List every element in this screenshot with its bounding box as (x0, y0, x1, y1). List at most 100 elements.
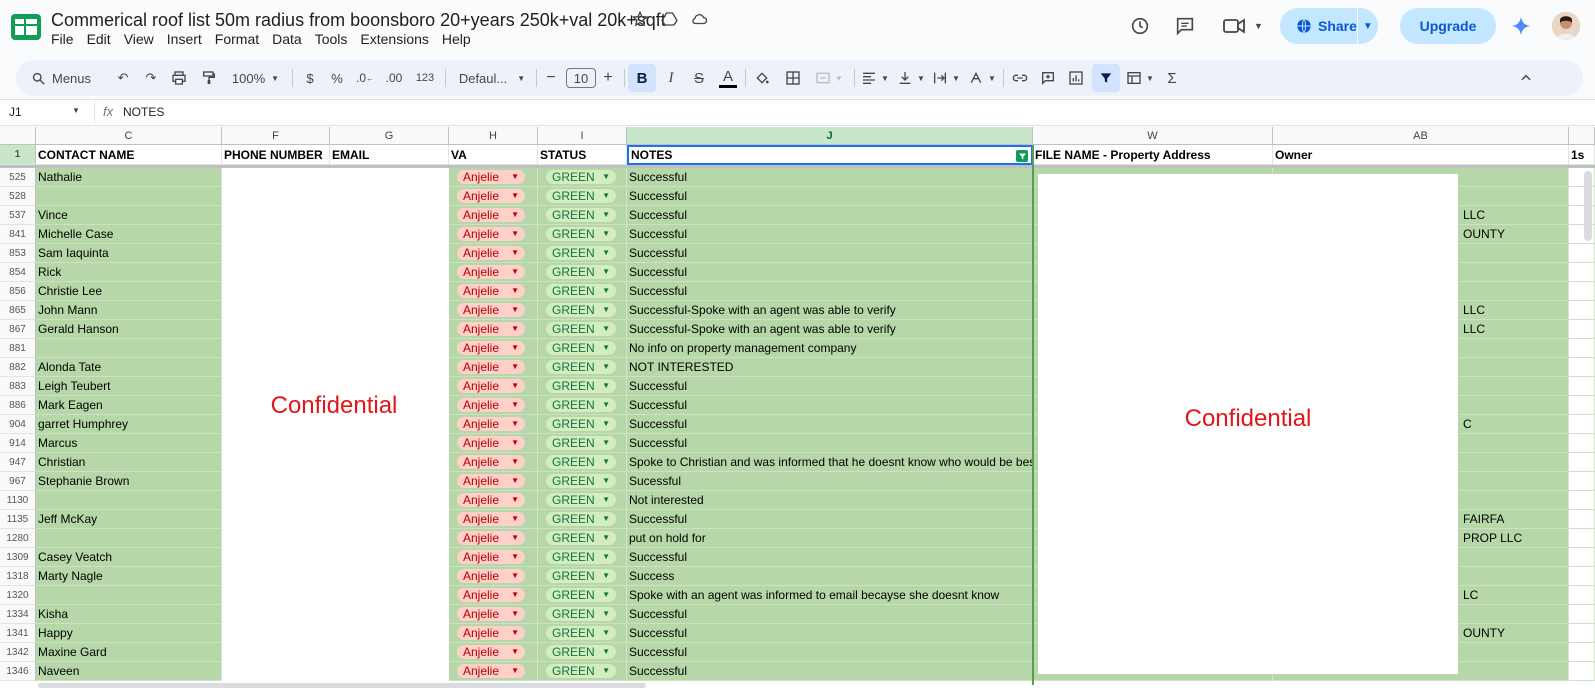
va-cell[interactable]: Anjelie ▼ (449, 168, 538, 187)
menu-view[interactable]: View (124, 31, 161, 47)
notes-cell[interactable]: Successful (627, 415, 1033, 434)
va-cell[interactable]: Anjelie ▼ (449, 434, 538, 453)
va-cell[interactable]: Anjelie ▼ (449, 358, 538, 377)
status-cell[interactable]: GREEN ▼ (538, 415, 627, 434)
search-menus[interactable]: Menus (26, 60, 96, 96)
menu-format[interactable]: Format (215, 31, 266, 47)
va-cell[interactable]: Anjelie ▼ (449, 491, 538, 510)
contact-name-cell[interactable]: John Mann (36, 301, 222, 320)
status-cell[interactable]: GREEN ▼ (538, 377, 627, 396)
row-header[interactable]: 1334 (0, 605, 36, 624)
va-cell[interactable]: Anjelie ▼ (449, 567, 538, 586)
va-cell[interactable]: Anjelie ▼ (449, 586, 538, 605)
name-box[interactable]: J1 (9, 105, 22, 119)
notes-cell[interactable]: Successful (627, 510, 1033, 529)
contact-name-cell[interactable]: Maxine Gard (36, 643, 222, 662)
status-cell[interactable]: GREEN ▼ (538, 491, 627, 510)
header-cell-1s[interactable]: 1s (1569, 145, 1595, 165)
notes-cell[interactable]: Successful (627, 282, 1033, 301)
print-icon[interactable] (168, 60, 190, 96)
partial-cell[interactable] (1569, 301, 1595, 320)
history-icon[interactable] (1129, 15, 1151, 42)
contact-name-cell[interactable]: Marcus (36, 434, 222, 453)
star-icon[interactable] (631, 10, 649, 33)
row-header[interactable]: 528 (0, 187, 36, 206)
horizontal-scrollbar[interactable] (38, 683, 646, 688)
notes-cell[interactable]: No info on property management company (627, 339, 1033, 358)
status-dropdown-chip[interactable]: GREEN ▼ (546, 246, 616, 260)
status-dropdown-chip[interactable]: GREEN ▼ (546, 265, 616, 279)
notes-cell[interactable]: Successful (627, 605, 1033, 624)
notes-cell[interactable]: Successful (627, 187, 1033, 206)
status-cell[interactable]: GREEN ▼ (538, 662, 627, 681)
status-cell[interactable]: GREEN ▼ (538, 567, 627, 586)
zoom-select[interactable]: 100% ▼ (228, 60, 283, 96)
status-cell[interactable]: GREEN ▼ (538, 586, 627, 605)
va-cell[interactable]: Anjelie ▼ (449, 472, 538, 491)
status-cell[interactable]: GREEN ▼ (538, 548, 627, 567)
notes-cell[interactable]: Successful (627, 263, 1033, 282)
contact-name-cell[interactable]: garret Humphrey (36, 415, 222, 434)
contact-name-cell[interactable]: Mark Eagen (36, 396, 222, 415)
row-header[interactable]: 886 (0, 396, 36, 415)
contact-name-cell[interactable]: Casey Veatch (36, 548, 222, 567)
row-header[interactable]: 882 (0, 358, 36, 377)
row-header[interactable]: 865 (0, 301, 36, 320)
partial-cell[interactable] (1569, 415, 1595, 434)
va-cell[interactable]: Anjelie ▼ (449, 225, 538, 244)
va-dropdown-chip[interactable]: Anjelie ▼ (457, 455, 525, 469)
partial-cell[interactable] (1569, 434, 1595, 453)
row-header[interactable]: 1318 (0, 567, 36, 586)
merge-cells-icon[interactable]: ▼ (812, 60, 846, 96)
status-cell[interactable]: GREEN ▼ (538, 339, 627, 358)
partial-cell[interactable] (1569, 396, 1595, 415)
contact-name-cell[interactable]: Leigh Teubert (36, 377, 222, 396)
menu-help[interactable]: Help (442, 31, 478, 47)
partial-cell[interactable] (1569, 567, 1595, 586)
row-header[interactable]: 904 (0, 415, 36, 434)
header-cell-file-name-property-address[interactable]: FILE NAME - Property Address (1033, 145, 1273, 165)
va-dropdown-chip[interactable]: Anjelie ▼ (457, 189, 525, 203)
status-dropdown-chip[interactable]: GREEN ▼ (546, 341, 616, 355)
column-header-i[interactable]: I (538, 127, 627, 145)
column-header-j[interactable]: J (627, 127, 1033, 145)
filter-icon[interactable] (1092, 64, 1120, 92)
status-cell[interactable]: GREEN ▼ (538, 263, 627, 282)
menu-tools[interactable]: Tools (315, 31, 355, 47)
status-dropdown-chip[interactable]: GREEN ▼ (546, 531, 616, 545)
status-cell[interactable]: GREEN ▼ (538, 320, 627, 339)
status-cell[interactable]: GREEN ▼ (538, 358, 627, 377)
row-header[interactable]: 1342 (0, 643, 36, 662)
header-cell-va[interactable]: VA (449, 145, 538, 165)
font-select[interactable]: Defaul... ▼ (456, 60, 528, 96)
va-dropdown-chip[interactable]: Anjelie ▼ (457, 227, 525, 241)
status-cell[interactable]: GREEN ▼ (538, 301, 627, 320)
partial-cell[interactable] (1569, 244, 1595, 263)
fill-color-icon[interactable] (752, 60, 772, 96)
font-size-input[interactable]: 10 (565, 60, 597, 96)
va-cell[interactable]: Anjelie ▼ (449, 263, 538, 282)
contact-name-cell[interactable]: Stephanie Brown (36, 472, 222, 491)
status-cell[interactable]: GREEN ▼ (538, 643, 627, 662)
partial-cell[interactable] (1569, 358, 1595, 377)
va-cell[interactable]: Anjelie ▼ (449, 320, 538, 339)
contact-name-cell[interactable]: Michelle Case (36, 225, 222, 244)
filter-active-icon[interactable] (1016, 150, 1028, 162)
percent-format-button[interactable]: % (329, 60, 345, 96)
name-box-chevron-down-icon[interactable]: ▼ (72, 106, 80, 115)
increase-decimal-button[interactable]: .00 (383, 60, 405, 96)
decrease-decimal-button[interactable]: .0 ← (354, 60, 376, 96)
notes-cell[interactable]: Successful-Spoke with an agent was able … (627, 320, 1033, 339)
va-dropdown-chip[interactable]: Anjelie ▼ (457, 550, 525, 564)
status-dropdown-chip[interactable]: GREEN ▼ (546, 398, 616, 412)
status-cell[interactable]: GREEN ▼ (538, 225, 627, 244)
vertical-scrollbar[interactable] (1584, 171, 1592, 241)
va-dropdown-chip[interactable]: Anjelie ▼ (457, 303, 525, 317)
document-title[interactable]: Commerical roof list 50m radius from boo… (51, 10, 666, 31)
status-dropdown-chip[interactable]: GREEN ▼ (546, 417, 616, 431)
notes-cell[interactable]: Successful (627, 168, 1033, 187)
currency-format-button[interactable]: $ (302, 60, 318, 96)
paint-format-icon[interactable] (198, 60, 220, 96)
status-cell[interactable]: GREEN ▼ (538, 206, 627, 225)
notes-cell[interactable]: Spoke to Christian and was informed that… (627, 453, 1033, 472)
